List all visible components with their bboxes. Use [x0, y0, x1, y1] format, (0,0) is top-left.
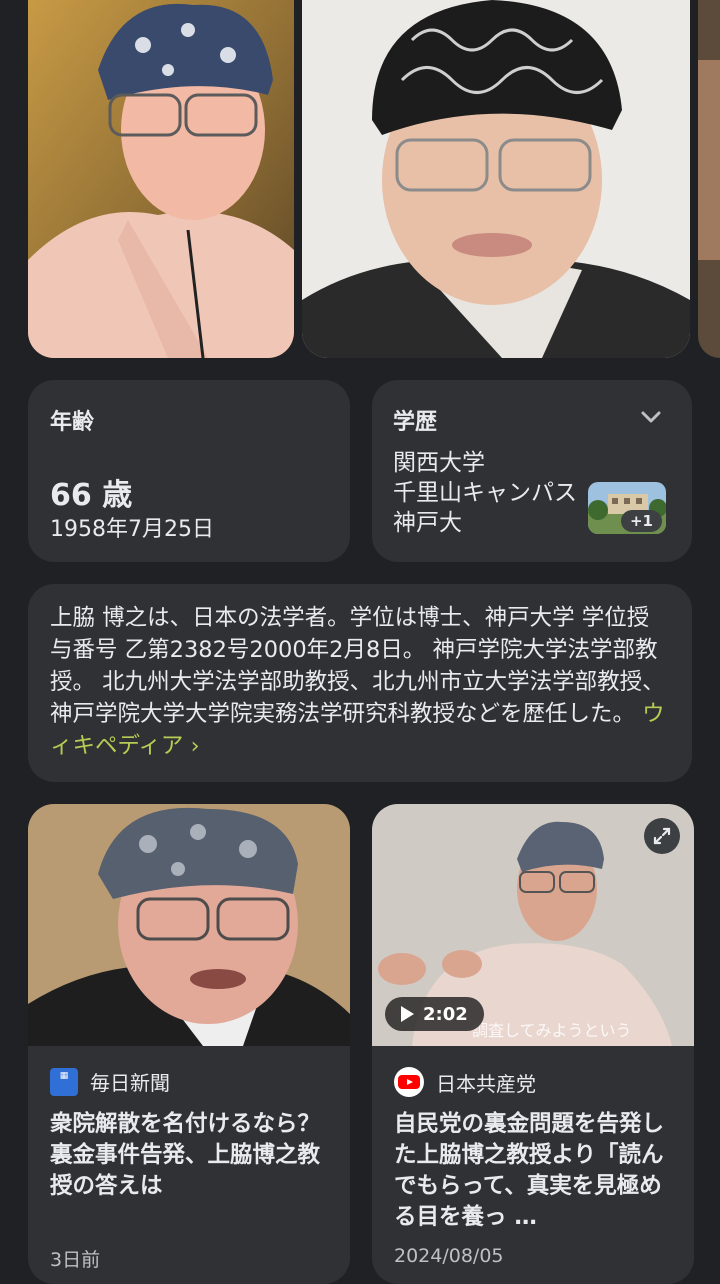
- news-headline-1[interactable]: 衆院解散を名付けるなら？裏金事件告発、上脇博之教授の答えは: [50, 1109, 330, 1202]
- description-card: 上脇 博之は、日本の法学者。学位は博士、神戸大学 学位授与番号 乙第2382号2…: [28, 584, 692, 782]
- description-text: 上脇 博之は、日本の法学者。学位は博士、神戸大学 学位授与番号 乙第2382号2…: [50, 602, 670, 762]
- photo-2[interactable]: [302, 0, 690, 358]
- video-duration-badge: 2:02: [385, 997, 484, 1031]
- campus-thumbnail[interactable]: +1: [588, 482, 666, 534]
- news-image-1: [28, 804, 350, 1046]
- news-date-1: 3日前: [50, 1249, 101, 1271]
- news-source-2: 日本共産党: [394, 1067, 536, 1097]
- news-headline-2[interactable]: 自民党の裏金問題を告発した上脇博之教授より「読んでもらって、真実を見極める目を養…: [394, 1109, 674, 1233]
- video-duration: 2:02: [423, 1003, 468, 1025]
- news-card-1[interactable]: ▦ 毎日新聞 衆院解散を名付けるなら？裏金事件告発、上脇博之教授の答えは 3日前: [28, 804, 350, 1284]
- news-source-1: ▦ 毎日新聞: [50, 1067, 170, 1096]
- chevron-down-icon[interactable]: [638, 404, 664, 430]
- education-line-2: 千里山キャンパス: [393, 480, 577, 506]
- video-caption: 調査してみようという: [472, 1021, 632, 1040]
- photo-1[interactable]: [28, 0, 294, 358]
- education-title: 学歴: [393, 410, 438, 435]
- expand-button[interactable]: [644, 818, 680, 854]
- age-value: 66 歳: [50, 478, 133, 513]
- news-source-name-1: 毎日新聞: [90, 1071, 170, 1095]
- play-icon: [401, 1006, 414, 1022]
- news-date-2: 2024/08/05: [394, 1245, 504, 1267]
- youtube-logo-icon: [394, 1067, 424, 1097]
- photo-3-partial[interactable]: [698, 0, 720, 358]
- news-thumbnail-1: [28, 804, 350, 1046]
- education-line-3: 神戸大: [393, 510, 462, 536]
- birth-date: 1958年7月25日: [50, 517, 214, 542]
- more-badge: +1: [620, 510, 662, 532]
- description-body: 上脇 博之は、日本の法学者。学位は博士、神戸大学 学位授与番号 乙第2382号2…: [50, 605, 665, 727]
- age-title: 年齢: [50, 410, 95, 435]
- education-card[interactable]: 学歴 関西大学 千里山キャンパス 神戸大 +1: [372, 380, 692, 562]
- photo-2-image: [302, 0, 690, 358]
- mainichi-logo-icon: ▦: [50, 1067, 78, 1096]
- photo-3-image: [698, 0, 720, 358]
- news-source-name-2: 日本共産党: [436, 1071, 536, 1096]
- photo-1-image: [28, 0, 294, 358]
- education-line-1: 関西大学: [393, 450, 485, 476]
- age-card[interactable]: 年齢 66 歳 1958年7月25日: [28, 380, 350, 562]
- video-thumbnail[interactable]: 調査してみようという 2:02: [372, 804, 694, 1046]
- expand-icon: [653, 827, 671, 845]
- news-card-2[interactable]: 調査してみようという 2:02 日本共産党 自民党の裏金問題を告発した上脇博之教…: [372, 804, 694, 1284]
